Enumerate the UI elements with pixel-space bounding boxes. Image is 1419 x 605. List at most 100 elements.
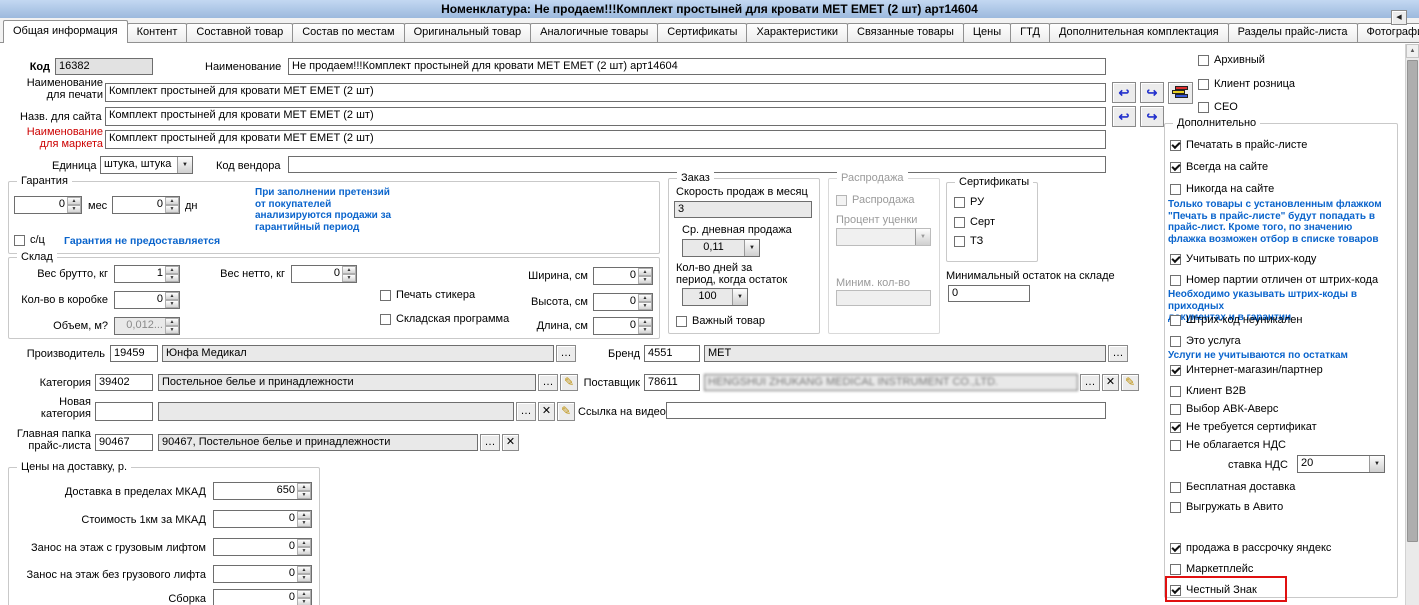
brand-code-input[interactable]: 4551	[644, 345, 700, 362]
seo-checkbox[interactable]: СЕО	[1198, 101, 1238, 114]
batch-differs-checkbox-box[interactable]	[1170, 275, 1181, 286]
no-certificate-required-checkbox-box[interactable]	[1170, 422, 1181, 433]
copy-right-button[interactable]: ↪	[1140, 82, 1164, 103]
new-category-browse-button[interactable]: …	[516, 402, 536, 421]
manufacturer-code-input[interactable]: 19459	[110, 345, 158, 362]
brand-browse-button[interactable]: …	[1108, 345, 1128, 362]
supplier-edit-button[interactable]: ✎	[1121, 374, 1139, 391]
tab-prices[interactable]: Цены	[963, 23, 1011, 42]
export-avito-checkbox[interactable]: Выгружать в Авито	[1170, 501, 1283, 514]
spinner-arrows-icon[interactable]: ▲▼	[67, 197, 81, 213]
print-in-pricelist-checkbox[interactable]: Печатать в прайс-листе	[1170, 139, 1307, 152]
cert-ru-checkbox[interactable]: РУ	[954, 196, 984, 209]
tab-composite-product[interactable]: Составной товар	[186, 23, 293, 42]
warehouse-program-checkbox-box[interactable]	[380, 314, 391, 325]
print-sticker-checkbox[interactable]: Печать стикера	[380, 289, 475, 302]
spinner-arrows-icon[interactable]: ▲▼	[297, 539, 311, 555]
unit-dropdown[interactable]: штука, штука▼	[100, 156, 193, 174]
market-name-input[interactable]: Комплект простыней для кровати МЕТ ЕМЕТ …	[105, 130, 1106, 149]
spinner-arrows-icon[interactable]: ▲▼	[638, 268, 652, 284]
delivery-km-spinner[interactable]: 0▲▼	[213, 510, 312, 528]
no-vat-checkbox-box[interactable]	[1170, 440, 1181, 451]
cert-tz-checkbox-box[interactable]	[954, 236, 965, 247]
print-in-pricelist-checkbox-box[interactable]	[1170, 140, 1181, 151]
supplier-code-input[interactable]: 78611	[644, 374, 700, 391]
spinner-arrows-icon[interactable]: ▲▼	[638, 294, 652, 310]
tab-characteristics[interactable]: Характеристики	[746, 23, 848, 42]
online-store-checkbox[interactable]: Интернет-магазин/партнер	[1170, 364, 1323, 377]
avg-daily-sales-dropdown[interactable]: 0,11▼	[682, 239, 760, 257]
tab-certificates[interactable]: Сертификаты	[657, 23, 747, 42]
batch-differs-checkbox[interactable]: Номер партии отличен от штрих-кода	[1170, 274, 1378, 287]
vat-rate-dropdown[interactable]: 20▼	[1297, 455, 1385, 473]
assembly-spinner[interactable]: 0▲▼	[213, 589, 312, 605]
tab-scroll-left-button[interactable]: ◀	[1391, 10, 1407, 25]
sc-checkbox[interactable]: с/ц	[14, 234, 45, 247]
online-store-checkbox-box[interactable]	[1170, 365, 1181, 376]
is-service-checkbox[interactable]: Это услуга	[1170, 335, 1241, 348]
chevron-down-icon[interactable]: ▼	[732, 289, 747, 305]
no-vat-checkbox[interactable]: Не облагается НДС	[1170, 439, 1286, 452]
cert-tz-checkbox[interactable]: ТЗ	[954, 235, 983, 248]
category-code-input[interactable]: 39402	[95, 374, 153, 391]
tab-analog-products[interactable]: Аналогичные товары	[530, 23, 658, 42]
days-period-dropdown[interactable]: 100▼	[682, 288, 748, 306]
chevron-down-icon[interactable]: ▼	[1369, 456, 1384, 472]
yandex-installment-checkbox[interactable]: продажа в рассрочку яндекс	[1170, 542, 1331, 555]
site-name-input[interactable]: Комплект простыней для кровати МЕТ ЕМЕТ …	[105, 107, 1106, 126]
chevron-down-icon[interactable]: ▼	[177, 157, 192, 173]
delivery-lift-spinner[interactable]: 0▲▼	[213, 538, 312, 556]
b2b-client-checkbox-box[interactable]	[1170, 386, 1181, 397]
supplier-clear-button[interactable]: ✕	[1102, 374, 1119, 391]
barcode-not-unique-checkbox-box[interactable]	[1170, 315, 1181, 326]
gross-weight-spinner[interactable]: 1▲▼	[114, 265, 180, 283]
height-spinner[interactable]: 0▲▼	[593, 293, 653, 311]
name-input[interactable]: Не продаем!!!Комплект простыней для кров…	[288, 58, 1106, 75]
category-browse-button[interactable]: …	[538, 374, 558, 391]
spinner-arrows-icon[interactable]: ▲▼	[165, 292, 179, 308]
delivery-mkad-spinner[interactable]: 650▲▼	[213, 482, 312, 500]
cert-sert-checkbox[interactable]: Серт	[954, 216, 995, 229]
main-folder-code-input[interactable]: 90467	[95, 434, 153, 451]
tab-related-products[interactable]: Связанные товары	[847, 23, 964, 42]
length-spinner[interactable]: 0▲▼	[593, 317, 653, 335]
tab-gtd[interactable]: ГТД	[1010, 23, 1050, 42]
spinner-arrows-icon[interactable]: ▲▼	[638, 318, 652, 334]
print-sticker-checkbox-box[interactable]	[380, 290, 391, 301]
never-on-site-checkbox[interactable]: Никогда на сайте	[1170, 183, 1274, 196]
avk-avers-checkbox-box[interactable]	[1170, 404, 1181, 415]
warranty-months-spinner[interactable]: 0 ▲▼	[14, 196, 82, 214]
spinner-arrows-icon[interactable]: ▲▼	[297, 511, 311, 527]
barcode-accounting-checkbox[interactable]: Учитывать по штрих-коду	[1170, 253, 1316, 266]
archive-checkbox-box[interactable]	[1198, 55, 1209, 66]
yandex-installment-checkbox-box[interactable]	[1170, 543, 1181, 554]
tab-content[interactable]: Контент	[127, 23, 188, 42]
tab-composition-by-place[interactable]: Состав по местам	[292, 23, 404, 42]
is-service-checkbox-box[interactable]	[1170, 336, 1181, 347]
cert-sert-checkbox-box[interactable]	[954, 217, 965, 228]
tab-original-product[interactable]: Оригинальный товар	[404, 23, 532, 42]
cert-ru-checkbox-box[interactable]	[954, 197, 965, 208]
delivery-no-lift-spinner[interactable]: 0▲▼	[213, 565, 312, 583]
spinner-arrows-icon[interactable]: ▲▼	[297, 483, 311, 499]
spinner-arrows-icon[interactable]: ▲▼	[165, 197, 179, 213]
scroll-up-arrow-icon[interactable]: ▲	[1406, 44, 1419, 58]
archive-checkbox[interactable]: Архивный	[1198, 54, 1265, 67]
copy-left-button-2[interactable]: ↩	[1112, 106, 1136, 127]
tab-pricelist-sections[interactable]: Разделы прайс-листа	[1228, 23, 1358, 42]
new-category-edit-button[interactable]: ✎	[557, 402, 575, 421]
b2b-client-checkbox[interactable]: Клиент B2B	[1170, 385, 1246, 398]
tab-general-info[interactable]: Общая информация	[3, 20, 128, 43]
vertical-scrollbar[interactable]: ▲	[1405, 44, 1419, 605]
width-spinner[interactable]: 0▲▼	[593, 267, 653, 285]
spinner-arrows-icon[interactable]: ▲▼	[297, 566, 311, 582]
new-category-clear-button[interactable]: ✕	[538, 402, 555, 421]
main-folder-browse-button[interactable]: …	[480, 434, 500, 451]
export-avito-checkbox-box[interactable]	[1170, 502, 1181, 513]
spinner-arrows-icon[interactable]: ▲▼	[165, 266, 179, 282]
barcode-accounting-checkbox-box[interactable]	[1170, 254, 1181, 265]
no-certificate-required-checkbox[interactable]: Не требуется сертификат	[1170, 421, 1317, 434]
never-on-site-checkbox-box[interactable]	[1170, 184, 1181, 195]
always-on-site-checkbox[interactable]: Всегда на сайте	[1170, 161, 1268, 174]
spinner-arrows-icon[interactable]: ▲▼	[297, 590, 311, 605]
